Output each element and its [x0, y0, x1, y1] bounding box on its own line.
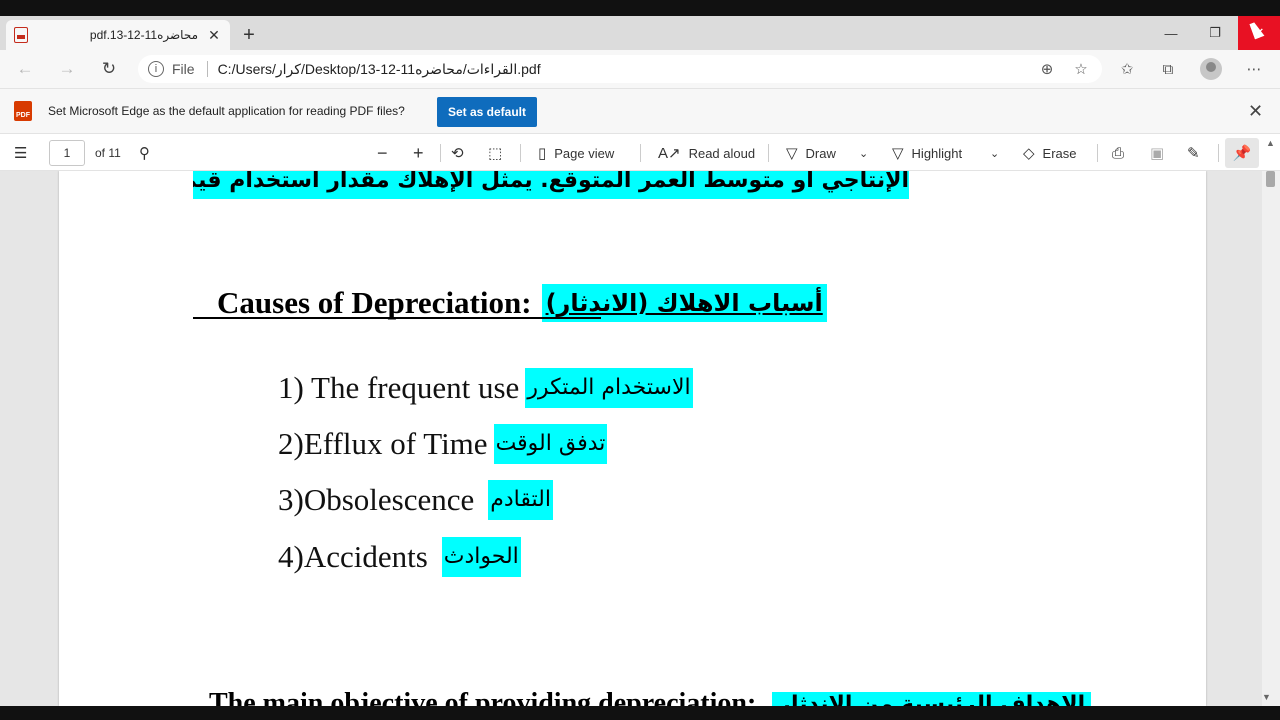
list-item: 3)Obsolescence التقادم	[278, 480, 553, 520]
draw-options-chevron-icon[interactable]: ⌄	[859, 134, 876, 172]
zoom-in-icon[interactable]: +	[413, 134, 432, 172]
restore-button[interactable]: ❐	[1194, 16, 1236, 50]
item-arabic: الحوادث	[441, 537, 521, 577]
zoom-out-icon[interactable]: −	[377, 134, 396, 172]
page-view-label: Page view	[554, 145, 615, 161]
item-english: 3)Obsolescence	[278, 482, 475, 517]
toolbar-divider	[520, 144, 521, 162]
back-arrow-icon[interactable]: ←	[14, 58, 36, 80]
draw-pen-icon: ▽	[786, 145, 798, 162]
scroll-down-arrow-icon[interactable]: ▼	[1262, 692, 1271, 702]
table-of-contents-icon[interactable]: ☰	[14, 134, 35, 172]
read-aloud-icon: A↗	[658, 145, 681, 162]
minimize-button[interactable]: —	[1150, 16, 1192, 50]
page-view-button[interactable]: ▯ Page view	[538, 134, 614, 172]
pin-toolbar-icon[interactable]: 📌	[1225, 138, 1259, 168]
forward-arrow-icon[interactable]: →	[56, 58, 78, 80]
erase-label: Erase	[1042, 145, 1077, 161]
read-aloud-label: Read aloud	[688, 145, 756, 161]
list-item: 4)Accidents الحوادث	[278, 537, 521, 577]
read-aloud-button[interactable]: A↗ Read aloud	[658, 134, 755, 172]
address-divider	[206, 61, 208, 77]
tab-pdf-document[interactable]: pdf.13-12-11محاضره ✕	[6, 20, 230, 50]
refresh-icon[interactable]: ↻	[98, 58, 120, 80]
more-menu-icon[interactable]: ⋯	[1243, 58, 1265, 80]
highlight-button[interactable]: ▽ Highlight	[892, 134, 962, 172]
heading-english: Causes of Depreciation:	[217, 285, 532, 320]
toolbar-divider	[640, 144, 641, 162]
add-favorite-star-icon[interactable]: ☆	[1070, 58, 1092, 80]
highlight-label: Highlight	[911, 145, 963, 161]
bottom-heading-arabic: الاهداف الرئيسية من الاندثار	[772, 691, 1092, 706]
file-scheme-label: File	[172, 61, 195, 77]
pdf-file-icon	[14, 27, 28, 43]
set-as-default-button[interactable]: Set as default	[437, 97, 537, 127]
heading-underline	[193, 317, 601, 319]
item-english: 4)Accidents	[278, 539, 428, 574]
save-icon[interactable]: ▣	[1150, 134, 1172, 172]
toolbar-divider	[1097, 144, 1098, 162]
toolbar-divider	[768, 144, 769, 162]
fit-page-icon[interactable]: ⬚	[488, 134, 510, 172]
pdf-page: الإنتاجي أو متوسط العمر المتوقع. يمثل ال…	[59, 171, 1206, 706]
page-number-input[interactable]: 1	[49, 140, 85, 166]
scrollbar-thumb[interactable]	[1266, 171, 1275, 187]
eraser-icon: ◇	[1023, 145, 1035, 162]
highlight-options-chevron-icon[interactable]: ⌄	[990, 134, 1007, 172]
infobar-close-icon[interactable]: ✕	[1248, 101, 1263, 122]
item-english: 1) The frequent use	[278, 370, 520, 405]
tab-close-icon[interactable]: ✕	[206, 27, 222, 44]
tab-strip: pdf.13-12-11محاضره ✕ +	[0, 16, 1280, 50]
pdf-badge-icon: PDF	[14, 101, 32, 121]
favorites-icon[interactable]: ✩	[1116, 58, 1138, 80]
list-item: 2)Efflux of Time تدفق الوقت	[278, 424, 608, 464]
address-bar[interactable]: i File C:/Users/كرار/Desktop/13-12-11الق…	[138, 55, 1102, 83]
page-total: of 11	[95, 146, 121, 160]
highlighter-icon: ▽	[892, 145, 904, 162]
print-icon[interactable]: ⎙	[1112, 134, 1132, 172]
item-arabic: التقادم	[488, 480, 553, 520]
pdf-toolbar: ☰ 1 of 11 ⚲ − + ⟲ ⬚ ▯ Page view A↗ Read …	[0, 133, 1280, 171]
zoom-icon[interactable]: ⊕	[1036, 58, 1058, 80]
info-icon[interactable]: i	[148, 61, 164, 77]
pdf-viewer[interactable]: الإنتاجي أو متوسط العمر المتوقع. يمثل ال…	[0, 171, 1280, 706]
tab-title: pdf.13-12-11محاضره	[89, 28, 198, 42]
navigation-bar: ← → ↻ i File C:/Users/كرار/Desktop/13-12…	[0, 50, 1280, 88]
draw-label: Draw	[805, 145, 836, 161]
rotate-icon[interactable]: ⟲	[451, 134, 472, 172]
page-view-icon: ▯	[538, 145, 547, 162]
avatar-icon	[1200, 58, 1222, 80]
item-arabic: تدفق الوقت	[493, 424, 608, 464]
item-arabic: الاستخدام المتكرر	[525, 368, 693, 408]
item-english: 2)Efflux of Time	[278, 426, 488, 461]
list-item: 1) The frequent use الاستخدام المتكرر	[278, 368, 693, 408]
bottom-heading-english: The main objective of providing deprecia…	[209, 688, 757, 706]
search-icon[interactable]: ⚲	[139, 134, 158, 172]
screen-top-border	[0, 0, 1280, 16]
draw-button[interactable]: ▽ Draw	[786, 134, 836, 172]
profile-avatar[interactable]	[1200, 58, 1222, 80]
default-app-infobar: PDF Set Microsoft Edge as the default ap…	[0, 88, 1280, 133]
collections-icon[interactable]: ⧉	[1157, 58, 1179, 80]
screen-bottom-border	[0, 706, 1280, 720]
scroll-up-arrow-icon[interactable]: ▲	[1266, 138, 1275, 148]
toolbar-divider	[1218, 144, 1219, 162]
next-section-heading: The main objective of providing deprecia…	[209, 688, 1092, 706]
erase-button[interactable]: ◇ Erase	[1023, 134, 1077, 172]
new-tab-button[interactable]: +	[238, 24, 260, 46]
url-text: C:/Users/كرار/Desktop/13-12-11القراءات/م…	[217, 60, 541, 77]
vertical-scrollbar[interactable]: ▼	[1262, 171, 1280, 706]
arabic-text-line: الإنتاجي أو متوسط العمر المتوقع. يمثل ال…	[193, 171, 909, 199]
infobar-message: Set Microsoft Edge as the default applic…	[48, 104, 405, 118]
toolbar-divider	[440, 144, 441, 162]
save-as-icon[interactable]: ✎	[1187, 134, 1208, 172]
